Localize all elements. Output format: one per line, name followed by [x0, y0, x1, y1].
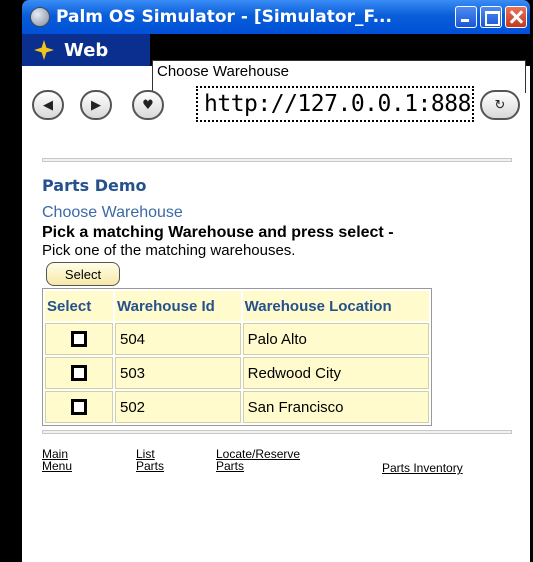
simulator-window: Palm OS Simulator - [Simulator_F... Web … [22, 0, 530, 562]
forward-button[interactable]: ▶ [80, 90, 112, 120]
locate-reserve-parts-link[interactable]: Locate/Reserve Parts [216, 448, 300, 472]
page-subheading: Choose Warehouse [42, 204, 183, 221]
select-cell [45, 357, 113, 389]
hint-text: Pick one of the matching warehouses. [42, 242, 296, 259]
table-header-row: Select Warehouse Id Warehouse Location [45, 291, 429, 321]
star-icon [34, 40, 54, 60]
list-parts-link[interactable]: List Parts [136, 448, 164, 472]
column-header-warehouse-id: Warehouse Id [115, 291, 241, 321]
forward-arrow-icon: ▶ [91, 97, 101, 113]
maximize-button[interactable] [480, 6, 502, 28]
parts-inventory-link[interactable]: Parts Inventory [382, 462, 463, 474]
table-row: 503 Redwood City [45, 357, 429, 389]
warehouse-location-cell: San Francisco [242, 391, 429, 423]
palm-app-icon [30, 7, 50, 27]
web-app-tab[interactable]: Web [22, 34, 150, 66]
window-title: Palm OS Simulator - [Simulator_F... [56, 7, 392, 27]
refresh-icon: ↻ [494, 97, 506, 113]
heart-icon: ♥ [142, 97, 154, 113]
instruction-text: Pick a matching Warehouse and press sele… [42, 224, 394, 241]
column-header-warehouse-location: Warehouse Location [242, 291, 429, 321]
warehouse-location-cell: Palo Alto [242, 323, 429, 355]
link-line: Menu [42, 459, 73, 473]
web-label: Web [64, 39, 109, 61]
warehouse-location-cell: Redwood City [242, 357, 429, 389]
select-button[interactable]: Select [46, 262, 120, 286]
minimize-button[interactable] [455, 6, 477, 28]
bottom-divider [42, 430, 512, 434]
column-header-select: Select [45, 291, 113, 321]
select-cell [45, 391, 113, 423]
row-checkbox[interactable] [71, 331, 87, 347]
select-cell [45, 323, 113, 355]
link-line: Parts [216, 459, 245, 473]
table-row: 502 San Francisco [45, 391, 429, 423]
top-divider [42, 158, 512, 162]
warehouse-id-cell: 503 [115, 357, 241, 389]
browser-nav-bar: ◀ ▶ ♥ http://127.0.0.1:888 ↻ [22, 86, 530, 126]
back-arrow-icon: ◀ [43, 97, 53, 113]
row-checkbox[interactable] [71, 365, 87, 381]
main-menu-link[interactable]: Main Menu [42, 448, 72, 472]
close-button[interactable] [505, 6, 527, 28]
warehouse-table: Select Warehouse Id Warehouse Location 5… [42, 288, 432, 426]
warehouse-id-cell: 502 [115, 391, 241, 423]
page-title-tab-label: Choose Warehouse [157, 63, 290, 80]
warehouse-id-cell: 504 [115, 323, 241, 355]
link-line: Parts [136, 459, 165, 473]
back-button[interactable]: ◀ [32, 90, 64, 120]
url-field[interactable]: http://127.0.0.1:888 [196, 86, 474, 122]
page-heading: Parts Demo [42, 176, 147, 195]
title-bar[interactable]: Palm OS Simulator - [Simulator_F... [22, 0, 530, 34]
palm-screen: Web Choose Warehouse ◀ ▶ ♥ http://127.0.… [22, 34, 530, 562]
row-checkbox[interactable] [71, 399, 87, 415]
refresh-button[interactable]: ↻ [480, 90, 520, 120]
favorites-button[interactable]: ♥ [132, 90, 164, 120]
table-row: 504 Palo Alto [45, 323, 429, 355]
